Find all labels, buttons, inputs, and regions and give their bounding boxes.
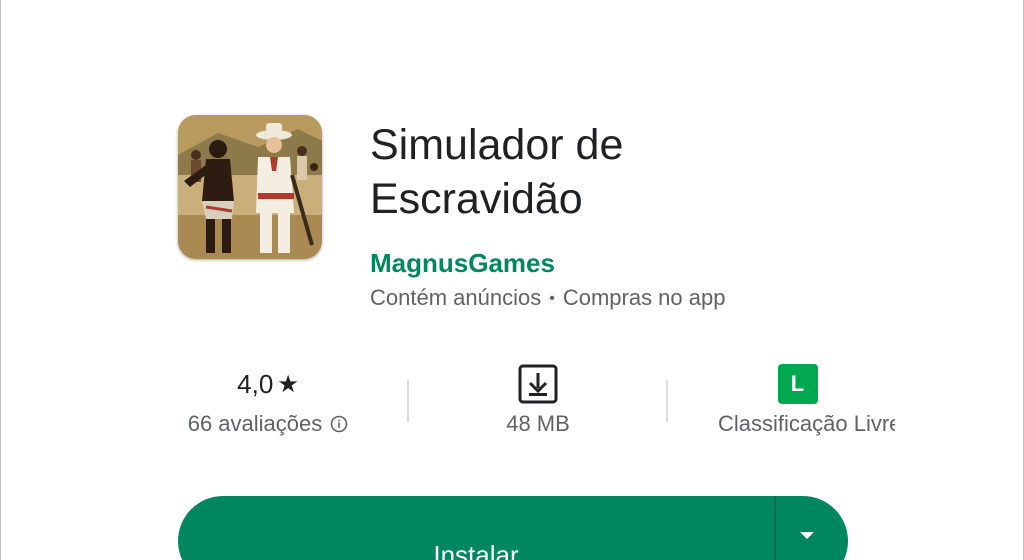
- developer-link[interactable]: MagnusGames: [370, 246, 555, 280]
- separator-dot-icon: •: [549, 290, 555, 307]
- app-meta-line: Contém anúncios • Compras no app: [370, 283, 725, 314]
- reviews-count: 66 avaliações: [187, 411, 323, 436]
- app-details-page: Simulador de Escravidão MagnusGames Cont…: [0, 0, 1024, 560]
- app-size: 48 MB: [506, 411, 570, 436]
- app-icon-illustration: [178, 115, 322, 259]
- content-rating-badge: L: [777, 364, 818, 404]
- in-app-purchases-label: Compras no app: [562, 285, 726, 310]
- caret-down-icon: [800, 532, 814, 539]
- app-icon: [178, 115, 322, 259]
- install-button-group: Instalar: [178, 496, 848, 560]
- download-icon: [518, 364, 558, 404]
- rating-stat[interactable]: 4,0 ★ 66 avaliações: [168, 362, 368, 439]
- content-rating-label: Classificação Livre: [718, 411, 895, 436]
- star-icon: ★: [277, 370, 299, 398]
- content-rating-stat[interactable]: L Classificação Livre: [700, 362, 895, 439]
- rating-value: 4,0: [237, 368, 274, 399]
- contains-ads-label: Contém anúncios: [370, 285, 542, 310]
- install-options-dropdown[interactable]: [776, 496, 848, 560]
- stat-divider: [666, 380, 668, 422]
- stat-divider: [407, 380, 409, 422]
- app-title: Simulador de Escravidão: [370, 121, 624, 223]
- size-stat: 48 MB: [448, 362, 628, 439]
- install-button[interactable]: Instalar: [178, 496, 774, 560]
- left-edge-divider: [0, 0, 1, 560]
- info-icon[interactable]: [330, 415, 348, 433]
